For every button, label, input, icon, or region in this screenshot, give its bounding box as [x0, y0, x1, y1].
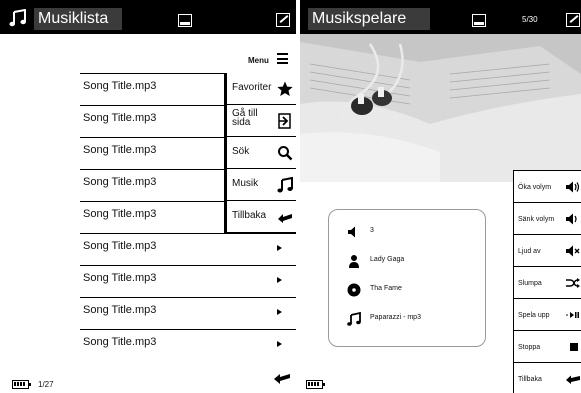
- music-note-icon: [277, 177, 293, 193]
- song-title: Song Title.mp3: [83, 208, 157, 220]
- music-note-icon: [347, 312, 361, 326]
- control-label: Öka volym: [518, 184, 552, 191]
- page-title: Musikspelare: [308, 8, 430, 30]
- disc-icon: [347, 283, 361, 297]
- menu-item-search[interactable]: Sök: [227, 137, 296, 169]
- menu-item-favoriter[interactable]: Favoriter: [227, 73, 296, 105]
- player-controls-panel: Öka volym Sänk volym Ljud av Slumpa Spel…: [513, 170, 581, 393]
- music-list-screen: Musiklista Menu Song Title.mp3 Song Titl…: [0, 0, 296, 393]
- control-label: Sänk volym: [518, 216, 555, 223]
- song-row[interactable]: Song Title.mp3: [80, 233, 296, 265]
- menu-item-label: Tillbaka: [232, 210, 267, 221]
- screen-icon[interactable]: [472, 14, 486, 27]
- song-row[interactable]: Song Title.mp3: [80, 265, 296, 297]
- volume-value: 3: [370, 227, 374, 234]
- now-playing-album: Tha Fame: [347, 282, 485, 300]
- play-arrow-icon[interactable]: [277, 341, 282, 347]
- shuffle-icon: [566, 278, 580, 288]
- edit-icon[interactable]: [276, 13, 290, 27]
- song-title: Song Title.mp3: [83, 176, 157, 188]
- search-icon: [278, 146, 293, 161]
- menu-label[interactable]: Menu: [248, 56, 269, 65]
- person-icon: [349, 255, 359, 268]
- volume-icon: [348, 226, 355, 238]
- menu-item-label: Gå till sida: [232, 108, 258, 128]
- song-title: Song Title.mp3: [83, 112, 157, 124]
- mute-icon: [566, 245, 580, 257]
- control-stop[interactable]: Stoppa: [514, 330, 581, 362]
- battery-icon: [306, 380, 325, 389]
- control-shuffle[interactable]: Slumpa: [514, 266, 581, 298]
- control-volume-up[interactable]: Öka volym: [514, 170, 581, 202]
- menu-item-label: Musik: [232, 178, 259, 189]
- song-title: Song Title.mp3: [83, 272, 157, 284]
- menu-item-goto-page[interactable]: Gå till sida: [227, 105, 296, 137]
- goto-page-icon: [278, 113, 291, 129]
- track-counter: 5/30: [522, 15, 538, 24]
- page-title: Musiklista: [34, 8, 122, 30]
- volume-down-icon: [566, 213, 577, 225]
- stop-icon: [570, 343, 578, 351]
- now-playing-volume: 3: [347, 224, 485, 242]
- album-art-image: [300, 34, 581, 182]
- page-indicator: 1/27: [38, 380, 54, 389]
- menu-item-label: Favoriter: [232, 82, 272, 93]
- control-label: Slumpa: [518, 280, 542, 287]
- control-label: Ljud av: [518, 248, 541, 255]
- control-label: Stoppa: [518, 344, 541, 351]
- menu-icon[interactable]: [277, 53, 288, 64]
- now-playing-track: Paparazzi - mp3: [347, 311, 485, 329]
- menu-item-back[interactable]: Tillbaka: [227, 201, 296, 233]
- play-arrow-icon[interactable]: [277, 245, 282, 251]
- play-pause-icon: [566, 312, 579, 318]
- control-label: Spela upp: [518, 312, 550, 319]
- song-title: Song Title.mp3: [83, 144, 157, 156]
- back-arrow-icon: [278, 214, 292, 223]
- menu-item-music[interactable]: Musik: [227, 169, 296, 201]
- song-row[interactable]: Song Title.mp3: [80, 329, 296, 361]
- song-row[interactable]: Song Title.mp3: [80, 297, 296, 329]
- song-title: Song Title.mp3: [83, 336, 157, 348]
- control-mute[interactable]: Ljud av: [514, 234, 581, 266]
- edit-icon[interactable]: [566, 13, 580, 27]
- control-volume-down[interactable]: Sänk volym: [514, 202, 581, 234]
- song-title: Song Title.mp3: [83, 80, 157, 92]
- back-arrow-icon[interactable]: [274, 372, 290, 384]
- music-player-header: Musikspelare 5/30: [300, 0, 581, 34]
- battery-icon: [12, 380, 31, 389]
- control-back[interactable]: Tillbaka: [514, 362, 581, 393]
- play-arrow-icon[interactable]: [277, 309, 282, 315]
- now-playing-card: 3 Lady Gaga Tha Fame Paparazzi - mp3: [328, 209, 486, 347]
- control-play[interactable]: Spela upp: [514, 298, 581, 330]
- back-arrow-icon: [566, 375, 580, 384]
- menu-item-label: Sök: [232, 146, 250, 157]
- music-list-header: Musiklista: [0, 0, 296, 34]
- album-name: Tha Fame: [370, 285, 402, 292]
- play-arrow-icon[interactable]: [277, 277, 282, 283]
- song-title: Song Title.mp3: [83, 304, 157, 316]
- song-title: Song Title.mp3: [83, 240, 157, 252]
- track-name: Paparazzi - mp3: [370, 314, 421, 321]
- book-earphones-picture: [300, 34, 581, 182]
- screen-icon[interactable]: [178, 14, 192, 27]
- volume-up-icon: [566, 181, 580, 193]
- artist-name: Lady Gaga: [370, 256, 405, 263]
- context-menu: Favoriter Gå till sida Sök Musik Tillbak…: [224, 73, 296, 233]
- control-label: Tillbaka: [518, 376, 542, 383]
- star-icon: [277, 81, 293, 96]
- music-note-icon: [9, 9, 26, 27]
- music-player-screen: Musikspelare 5/30 3 Lady Gaga Tha Fame P…: [300, 0, 581, 393]
- now-playing-artist: Lady Gaga: [347, 253, 485, 271]
